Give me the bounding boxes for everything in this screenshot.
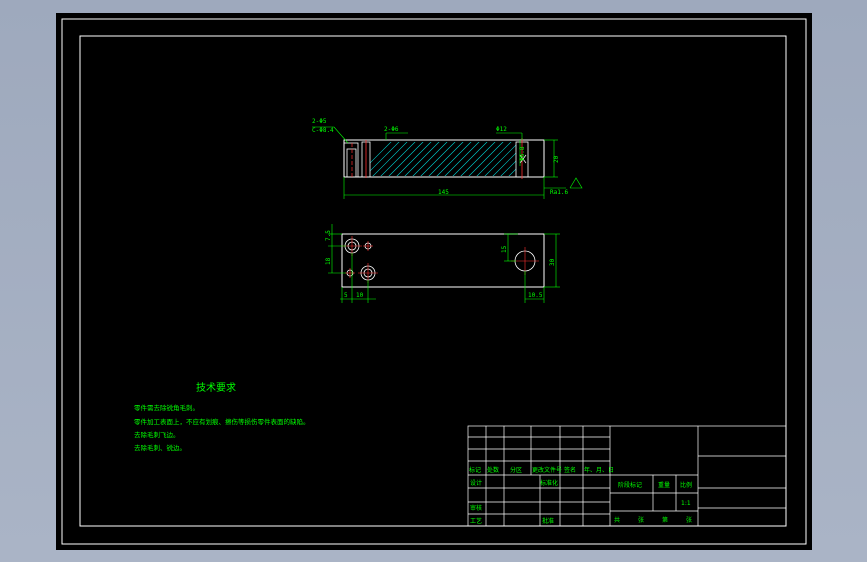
sheets-total-label: 共	[614, 516, 620, 524]
header-zone: 分区	[510, 466, 522, 474]
stage-mark-label: 阶段标记	[618, 481, 642, 489]
standardize-label: 标准化	[540, 479, 558, 487]
outer-frame	[61, 18, 807, 545]
tech-req-line-2: 零件加工表面上，不应有划痕、擦伤等损伤零件表面的缺陷。	[134, 417, 310, 426]
callout-bottom: C-Φ8.4	[312, 127, 334, 134]
phi-label: Φ12	[496, 126, 507, 133]
sheet-no-label: 第	[662, 516, 668, 524]
process-label: 工艺	[470, 517, 482, 525]
callout-top: 2-Φ5	[312, 118, 327, 125]
tech-req-line-4: 去除毛刺、锐边。	[134, 443, 186, 452]
drawing-viewport: 2-Φ5 C-Φ8.4 2-Φ6 Φ12 Φ6.8 20 145 Ra1.6 7…	[0, 0, 867, 562]
hole-label: 2-Φ6	[384, 126, 399, 133]
top-right-height: 30	[549, 258, 556, 266]
length-label: 145	[438, 189, 449, 196]
top-left-height: 18	[325, 257, 332, 265]
scale-value: 1:1	[681, 500, 691, 507]
top-left-offset: 7.5	[325, 230, 332, 241]
sheet-no-unit: 张	[686, 516, 692, 524]
header-count: 处数	[487, 466, 499, 474]
header-signature: 签名	[564, 466, 576, 474]
design-label: 设计	[470, 479, 482, 487]
tech-req-line-1: 零件需去除锐角毛刺。	[134, 403, 199, 412]
tech-req-title: 技术要求	[196, 381, 236, 394]
top-left-x1: 5	[344, 292, 348, 299]
cad-drawing: 2-Φ5 C-Φ8.4 2-Φ6 Φ12 Φ6.8 20 145 Ra1.6 7…	[61, 18, 807, 545]
height-label: 20	[553, 155, 560, 163]
review-label: 审核	[470, 504, 482, 512]
depth-label: Φ6.8	[519, 146, 526, 161]
header-mark: 标记	[469, 466, 481, 474]
drawing-canvas[interactable]: 2-Φ5 C-Φ8.4 2-Φ6 Φ12 Φ6.8 20 145 Ra1.6 7…	[56, 13, 812, 550]
roughness-label: Ra1.6	[550, 189, 568, 196]
title-block	[467, 425, 787, 527]
top-view	[341, 233, 545, 288]
section-hatch	[370, 142, 516, 176]
front-view-outline	[343, 139, 545, 178]
tech-requirements: 技术要求 零件需去除锐角毛刺。 零件加工表面上，不应有划痕、擦伤等损伤零件表面的…	[134, 381, 310, 452]
inner-frame	[79, 35, 787, 527]
header-change-doc: 更改文件号	[532, 466, 562, 474]
top-left-x2: 10	[356, 292, 364, 299]
top-right-y: 15	[501, 245, 508, 253]
sheets-total-unit: 张	[638, 516, 644, 524]
top-view-outline	[341, 233, 545, 288]
tech-req-line-3: 去除毛刺飞边。	[134, 430, 180, 439]
top-right-x: 10.5	[528, 292, 543, 299]
scale-label: 比例	[680, 481, 692, 489]
weight-label: 重量	[658, 481, 670, 489]
approve-label: 批准	[542, 517, 554, 525]
header-date: 年、月、日	[584, 466, 614, 474]
front-view	[343, 138, 545, 179]
